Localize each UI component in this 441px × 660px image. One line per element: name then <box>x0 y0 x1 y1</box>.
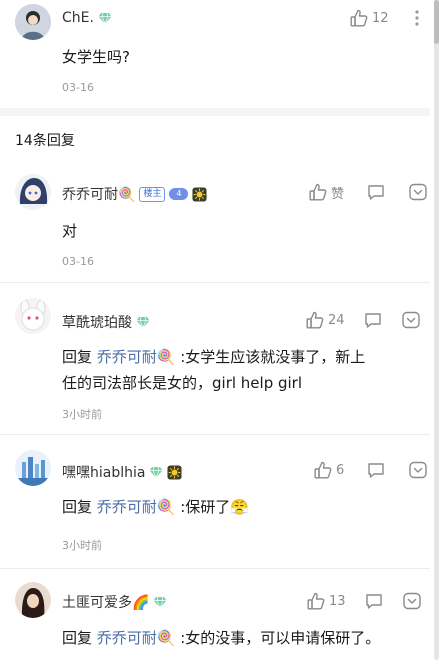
like-count: 24 <box>328 312 345 328</box>
reply-time: 3小时前 <box>62 408 102 421</box>
reply-content: 回复 乔乔可耐🍭 :女学生应该就没事了，新上 任的司法部长是女的，girl he… <box>62 344 412 396</box>
chevron-down-icon <box>408 460 428 480</box>
reply-icon <box>363 310 383 330</box>
vip-diamond-icon <box>98 12 112 24</box>
like-label: 赞 <box>331 186 345 202</box>
username[interactable]: 乔乔可耐🍭 <box>62 184 135 204</box>
username[interactable]: 土匪可爱多🌈 <box>62 592 149 612</box>
collapse-button[interactable] <box>401 310 421 330</box>
like-icon <box>349 8 369 28</box>
like-button[interactable]: 13 <box>306 591 346 611</box>
collapse-button[interactable] <box>408 460 428 480</box>
reply-icon <box>364 591 384 611</box>
avatar[interactable] <box>15 4 51 40</box>
separator <box>0 568 430 569</box>
avatar[interactable] <box>15 174 51 210</box>
collapse-button[interactable] <box>402 591 422 611</box>
reply-button[interactable] <box>364 591 384 611</box>
chevron-down-icon <box>401 310 421 330</box>
reply-content: 对 <box>62 222 78 240</box>
reply-time: 3小时前 <box>62 539 102 552</box>
more-icon <box>414 10 419 26</box>
like-button[interactable]: 24 <box>305 310 345 330</box>
reply-content: 回复 乔乔可耐🍭 :女的没事，可以申请保研了。 <box>62 625 412 651</box>
comment-time: 03-16 <box>62 81 94 94</box>
avatar[interactable] <box>15 298 51 334</box>
reply-item: 嘿嘿hiablhia 6 回复 乔乔可耐🍭 :保研了😤 3小时前 <box>0 436 430 566</box>
reply-icon <box>366 460 386 480</box>
like-button[interactable]: 赞 <box>308 182 344 202</box>
separator <box>0 434 430 435</box>
reply-button[interactable] <box>363 310 383 330</box>
like-icon <box>305 310 325 330</box>
like-button[interactable]: 6 <box>313 460 344 480</box>
reply-button[interactable] <box>366 182 386 202</box>
chevron-down-icon <box>402 591 422 611</box>
username[interactable]: ChE. <box>62 10 94 26</box>
like-count: 12 <box>372 10 389 26</box>
comment-content: 女学生吗? <box>62 48 130 66</box>
section-divider <box>0 108 430 116</box>
username[interactable]: 嘿嘿hiablhia <box>62 462 145 482</box>
main-comment: ChE. 12 女学生吗? 03-16 <box>0 0 430 112</box>
reply-prefix: 回复 <box>62 629 93 647</box>
collapse-button[interactable] <box>408 182 428 202</box>
scrollbar-thumb[interactable] <box>434 0 439 44</box>
reply-time: 03-16 <box>62 255 94 268</box>
like-icon <box>308 182 328 202</box>
separator <box>0 282 430 283</box>
reply-icon <box>366 182 386 202</box>
like-count: 6 <box>336 462 345 478</box>
username[interactable]: 草酰琥珀酸 <box>62 312 132 332</box>
reply-content: 回复 乔乔可耐🍭 :保研了😤 <box>62 494 412 520</box>
scrollbar-track[interactable] <box>434 0 439 660</box>
chevron-down-icon <box>408 182 428 202</box>
mention-link[interactable]: 乔乔可耐🍭 <box>97 629 176 647</box>
reply-text: :女的没事，可以申请保研了。 <box>175 629 381 647</box>
reply-button[interactable] <box>366 460 386 480</box>
vip-diamond-icon <box>149 466 163 478</box>
reply-prefix: 回复 <box>62 348 93 366</box>
reply-prefix: 回复 <box>62 498 93 516</box>
reply-item: 草酰琥珀酸 24 回复 乔乔可耐🍭 :女学生应该就没事了，新上 任的司法部长是女… <box>0 284 430 432</box>
reply-text-line2: 任的司法部长是女的，girl help girl <box>62 374 303 392</box>
reply-item: 土匪可爱多🌈 13 回复 乔乔可耐🍭 :女的没事，可以申请保研了。 <box>0 570 430 660</box>
like-icon <box>306 591 326 611</box>
host-tag: 楼主 <box>139 186 166 202</box>
like-button[interactable]: 12 <box>349 8 389 28</box>
more-button[interactable] <box>414 10 419 26</box>
reply-text-line1: :女学生应该就没事了，新上 <box>175 348 366 366</box>
sun-badge-icon <box>192 187 207 202</box>
sun-badge-icon <box>167 465 182 480</box>
like-icon <box>313 460 333 480</box>
avatar[interactable] <box>15 582 51 618</box>
reply-text: :保研了😤 <box>175 498 249 516</box>
mention-link[interactable]: 乔乔可耐🍭 <box>97 498 176 516</box>
vip-diamond-icon <box>153 596 167 608</box>
vip-diamond-icon <box>136 316 150 328</box>
level-badge: 4 <box>169 188 189 200</box>
like-count: 13 <box>329 593 346 609</box>
avatar[interactable] <box>15 450 51 486</box>
mention-link[interactable]: 乔乔可耐🍭 <box>97 348 176 366</box>
reply-item: 乔乔可耐🍭 楼主 4 赞 对 03-16 <box>0 168 430 283</box>
replies-header: 14条回复 <box>15 133 75 149</box>
